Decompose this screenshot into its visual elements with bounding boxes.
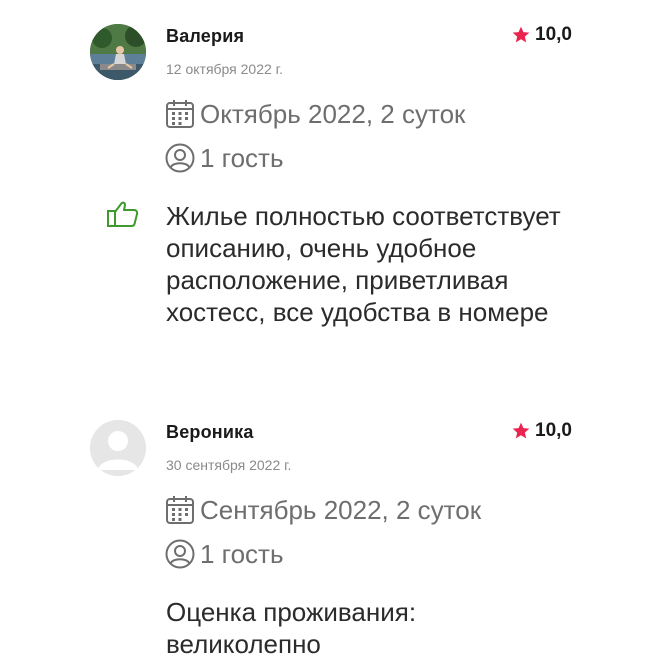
review-date: 30 сентября 2022 г.: [166, 457, 292, 473]
calendar-icon: [164, 494, 196, 526]
avatar[interactable]: [90, 420, 146, 476]
stay-text: Сентябрь 2022, 2 суток: [200, 494, 482, 525]
review-date: 12 октября 2022 г.: [166, 61, 283, 77]
calendar-icon: [164, 98, 196, 130]
avatar[interactable]: [90, 24, 146, 80]
guests-info: 1 гость: [164, 538, 284, 570]
guests-info: 1 гость: [164, 142, 284, 174]
rating-value: 10,0: [535, 420, 572, 441]
star-icon: [511, 25, 531, 45]
guests-text: 1 гость: [200, 142, 284, 173]
user-icon: [164, 538, 196, 570]
default-avatar-icon: [90, 420, 146, 476]
review-author: Валерия: [166, 26, 245, 46]
review-text: Жилье полностью соответствует описанию, …: [166, 201, 561, 327]
review-rating: 10,0: [511, 24, 572, 46]
avatar-photo-icon: [90, 24, 146, 80]
review-text: Оценка проживания: великолепно: [166, 597, 417, 659]
stay-text: Октябрь 2022, 2 суток: [200, 98, 466, 129]
guests-text: 1 гость: [200, 538, 284, 569]
thumbs-up-icon: [106, 198, 140, 230]
rating-value: 10,0: [535, 24, 572, 45]
star-icon: [511, 421, 531, 441]
reviews-page: Валерия 12 октября 2022 г. 10,0 Октябрь …: [0, 0, 665, 664]
review-author: Вероника: [166, 422, 254, 442]
stay-info: Сентябрь 2022, 2 суток: [164, 494, 481, 526]
stay-info: Октябрь 2022, 2 суток: [164, 98, 465, 130]
review-rating: 10,0: [511, 420, 572, 442]
user-icon: [164, 142, 196, 174]
